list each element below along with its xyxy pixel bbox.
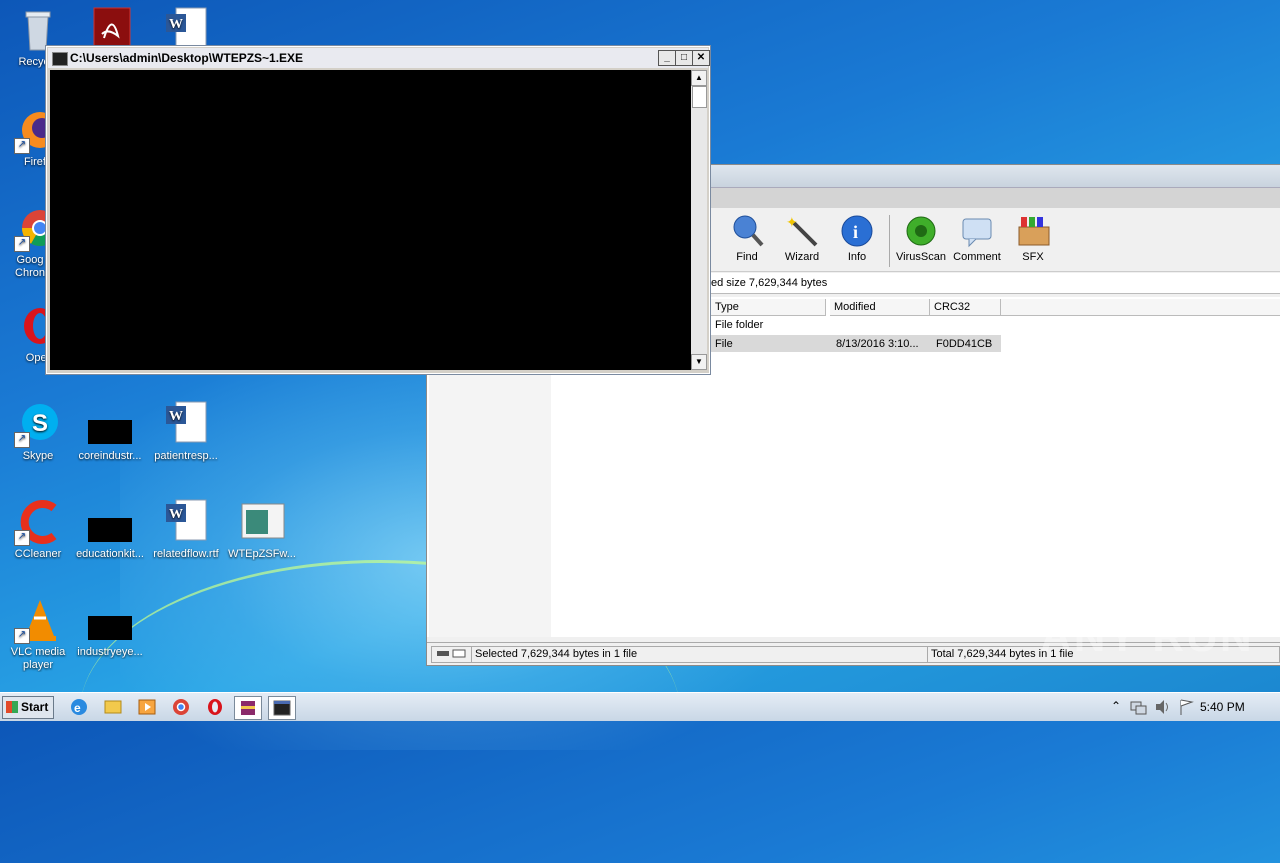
desktop-icon-industryeye[interactable]: industryeye...: [72, 596, 148, 659]
desktop-icon-label: relatedflow.rtf: [153, 548, 219, 560]
maximize-button[interactable]: □: [675, 50, 693, 66]
svg-text:W: W: [169, 409, 183, 424]
vlc-icon: ↗: [14, 596, 62, 644]
shortcut-arrow-icon: ↗: [14, 530, 30, 546]
comment-button[interactable]: Comment: [949, 213, 1005, 263]
chrome-icon[interactable]: [168, 696, 194, 718]
virusscan-button[interactable]: VirusScan: [893, 213, 949, 263]
sfx-button[interactable]: SFX: [1005, 213, 1061, 263]
info-icon: i: [839, 213, 875, 249]
desktop-icon-label: VLC media player: [10, 646, 66, 671]
exe-window-icon: [238, 498, 286, 546]
winrar-icon[interactable]: [234, 696, 262, 720]
table-row-modified: 8/13/2016 3:10...: [836, 338, 919, 350]
scroll-up-button[interactable]: ▲: [691, 70, 707, 86]
desktop-icon-skype[interactable]: S ↗ Skype: [0, 400, 76, 463]
scroll-down-button[interactable]: ▼: [691, 354, 707, 370]
close-button[interactable]: ✕: [692, 50, 710, 66]
network-icon[interactable]: [1128, 693, 1148, 721]
find-label: Find: [736, 251, 758, 263]
windows-logo-icon: [6, 701, 18, 713]
shortcut-arrow-icon: ↗: [14, 236, 30, 252]
taskbar-clock[interactable]: 5:40 PM: [1200, 700, 1245, 714]
desktop-icon-relatedflow[interactable]: W relatedflow.rtf: [148, 498, 224, 561]
start-label: Start: [21, 700, 49, 714]
tray-expand-icon[interactable]: ⌃: [1108, 693, 1122, 721]
word-doc-icon: W: [162, 498, 210, 546]
console-icon[interactable]: [268, 696, 296, 720]
toolbar-separator: [889, 215, 890, 267]
skype-icon: S ↗: [14, 400, 62, 448]
ccleaner-icon: ↗: [14, 498, 62, 546]
virusscan-label: VirusScan: [896, 251, 946, 263]
wizard-label: Wizard: [784, 251, 820, 263]
shortcut-arrow-icon: ↗: [14, 138, 30, 154]
info-button[interactable]: i Info: [829, 213, 885, 263]
shortcut-arrow-icon: ↗: [14, 628, 30, 644]
svg-text:W: W: [169, 507, 183, 522]
volume-icon[interactable]: [1152, 693, 1172, 721]
explorer-icon[interactable]: [100, 696, 126, 718]
console-window: C:\Users\admin\Desktop\WTEPZS~1.EXE _ □ …: [45, 45, 711, 375]
console-output-area[interactable]: [50, 70, 691, 370]
archive-size-text: ed size 7,629,344 bytes: [711, 277, 828, 289]
desktop-icon-label: patientresp...: [154, 450, 218, 462]
desktop-icon-patientresp[interactable]: W patientresp...: [148, 400, 224, 463]
table-row-type[interactable]: File folder: [711, 317, 763, 333]
find-icon: [729, 213, 765, 249]
desktop-icon-label: educationkit...: [76, 548, 144, 560]
status-selected-text: Selected 7,629,344 bytes in 1 file: [471, 646, 928, 663]
desktop-icon-wtepzsfw[interactable]: WTEpZSFw...: [224, 498, 300, 561]
wizard-button[interactable]: ✦ Wizard: [774, 213, 830, 263]
svg-text:✦: ✦: [786, 214, 798, 230]
sfx-icon: [1015, 213, 1051, 249]
desktop-icon-label: Goog Chron: [15, 254, 45, 279]
desktop-icon-label: CCleaner: [14, 548, 62, 560]
anyrun-watermark: ANY RUN: [1040, 612, 1254, 661]
ie-icon[interactable]: e: [66, 696, 92, 718]
comment-icon: [959, 213, 995, 249]
flag-icon[interactable]: [1176, 693, 1196, 721]
column-header-type[interactable]: Type: [711, 299, 826, 316]
word-doc-icon: W: [162, 400, 210, 448]
column-header-blank: [1001, 299, 1280, 316]
desktop-icon-ccleaner[interactable]: ↗ CCleaner: [0, 498, 76, 561]
svg-text:e: e: [74, 701, 81, 715]
desktop-icon-label: coreindustr...: [78, 450, 142, 462]
info-label: Info: [847, 251, 867, 263]
drive-status-icon: [431, 646, 472, 663]
black-file-icon: [86, 498, 134, 546]
media-player-icon[interactable]: [134, 696, 160, 718]
column-header-modified[interactable]: Modified: [830, 299, 930, 316]
svg-text:W: W: [169, 17, 183, 32]
console-scrollbar[interactable]: ▲ ▼: [691, 70, 707, 370]
comment-label: Comment: [953, 251, 1001, 263]
desktop-icon-label: Skype: [22, 450, 54, 462]
black-file-icon: [86, 596, 134, 644]
opera-icon[interactable]: [202, 696, 228, 718]
console-titlebar[interactable]: C:\Users\admin\Desktop\WTEPZS~1.EXE _ □ …: [48, 48, 710, 68]
desktop-icon-coreindustr[interactable]: coreindustr...: [72, 400, 148, 463]
console-system-icon[interactable]: [52, 52, 68, 66]
sfx-label: SFX: [1022, 251, 1044, 263]
shortcut-arrow-icon: ↗: [14, 432, 30, 448]
svg-text:i: i: [853, 222, 858, 242]
black-file-icon: [86, 400, 134, 448]
desktop-icon-label: WTEpZSFw...: [228, 548, 296, 560]
svg-text:S: S: [32, 410, 48, 437]
minimize-button[interactable]: _: [658, 50, 676, 66]
wizard-icon: ✦: [784, 213, 820, 249]
find-button[interactable]: Find: [719, 213, 775, 263]
table-row-type[interactable]: File: [711, 336, 733, 352]
scroll-thumb[interactable]: [692, 86, 707, 108]
table-row-crc: F0DD41CB: [936, 338, 993, 350]
console-title: C:\Users\admin\Desktop\WTEPZS~1.EXE: [70, 51, 304, 65]
desktop-icon-educationkit[interactable]: educationkit...: [72, 498, 148, 561]
virusscan-icon: [903, 213, 939, 249]
start-button[interactable]: Start: [2, 696, 54, 719]
taskbar: Start e ⌃ 5:40 PM: [0, 692, 1280, 721]
column-header-crc32[interactable]: CRC32: [930, 299, 1001, 316]
desktop-icon-vlc[interactable]: ↗ VLC media player: [0, 596, 76, 672]
desktop-icon-label: industryeye...: [77, 646, 143, 658]
